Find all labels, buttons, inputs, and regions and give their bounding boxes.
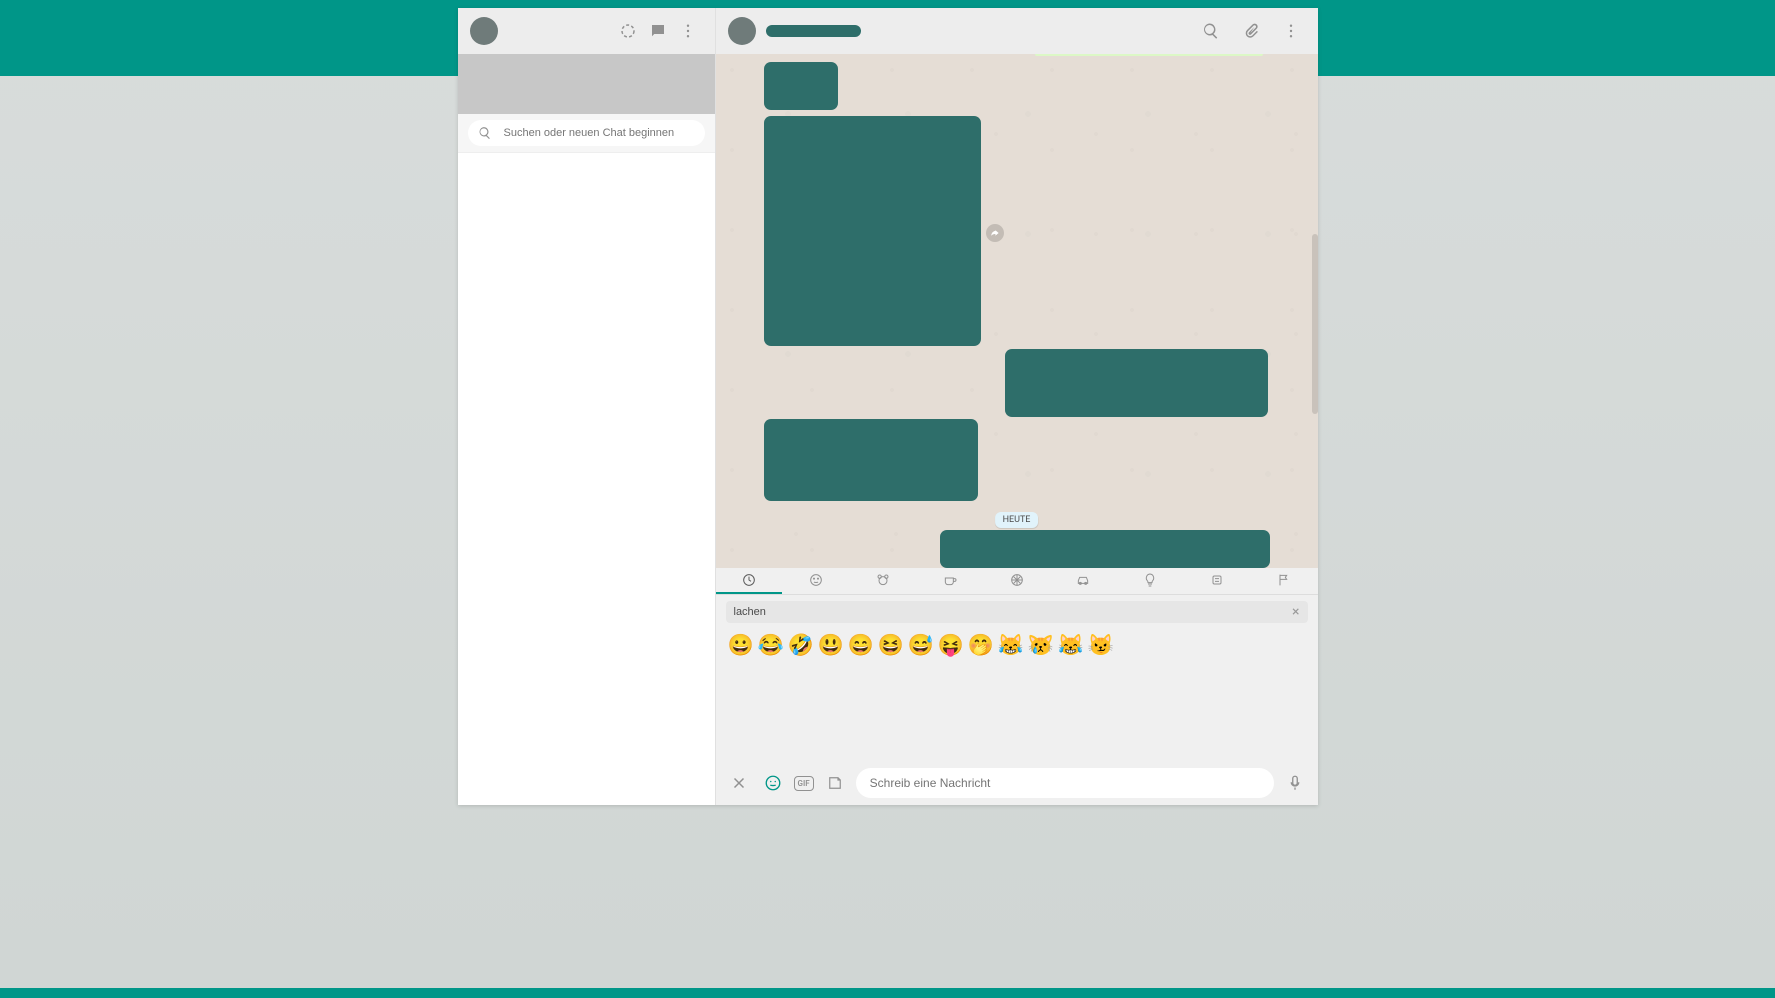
car-icon [1075,572,1091,588]
sidebar-search-input[interactable] [504,127,695,139]
gif-button[interactable]: GIF [794,776,814,791]
new-chat-icon[interactable] [643,16,673,46]
bear-icon [875,572,891,588]
attach-icon[interactable] [1236,16,1266,46]
sidebar-notification-banner[interactable] [458,54,715,114]
emoji-item[interactable]: 😅 [908,633,934,659]
chat-menu-dots-icon[interactable] [1276,16,1306,46]
sticker-icon[interactable] [822,768,848,798]
sidebar-header [458,8,715,54]
chat-panel: HEUTE [716,8,1318,805]
emoji-tab-recent[interactable] [716,568,783,594]
emoji-item[interactable]: 😀 [728,633,754,659]
emoji-item[interactable]: 😃 [818,633,844,659]
menu-dots-icon[interactable] [673,16,703,46]
chat-header [716,8,1318,54]
clock-icon [741,572,757,588]
chat-list[interactable] [458,153,715,805]
flag-icon [1276,572,1292,588]
emoji-tab-flags[interactable] [1251,568,1318,594]
emoji-tab-symbols[interactable] [1184,568,1251,594]
contact-name[interactable] [766,25,861,37]
emoji-item[interactable]: 😹 [1058,633,1084,659]
sidebar-search-wrap [458,114,715,153]
emoji-tab-travel[interactable] [1050,568,1117,594]
emoji-picker-toggle-icon[interactable] [760,768,786,798]
emoji-item[interactable]: 😂 [758,633,784,659]
emoji-picker: × 😀 😂 🤣 😃 😄 😆 😅 😝 🤭 😹 😿 😹 😼 [716,568,1318,761]
bulb-icon [1142,572,1158,588]
smiley-icon [808,572,824,588]
emoji-item[interactable]: 😼 [1088,633,1114,659]
emoji-tab-activity[interactable] [983,568,1050,594]
emoji-item[interactable]: 😄 [848,633,874,659]
own-avatar[interactable] [470,17,498,45]
close-emoji-icon[interactable] [726,768,752,798]
date-chip: HEUTE [995,512,1039,528]
emoji-search-clear-icon[interactable]: × [1292,604,1299,620]
sidebar-search[interactable] [468,120,705,146]
composer: GIF [716,761,1318,805]
emoji-tab-food[interactable] [916,568,983,594]
message-input-wrap[interactable] [856,768,1274,798]
emoji-item[interactable]: 😆 [878,633,904,659]
page-bottom-banner [0,988,1775,998]
message-bubble-incoming[interactable] [764,62,838,110]
sidebar [458,8,716,805]
coffee-icon [942,572,958,588]
emoji-search-input[interactable] [734,606,1287,618]
message-bubble-outgoing[interactable] [940,530,1270,568]
emoji-item[interactable]: 😝 [938,633,964,659]
search-icon [478,126,492,140]
message-bubble-outgoing[interactable] [1005,349,1268,417]
emoji-tab-smileys[interactable] [782,568,849,594]
emoji-tab-animals[interactable] [849,568,916,594]
status-icon[interactable] [613,16,643,46]
message-bubble-incoming[interactable] [764,419,978,501]
contact-avatar[interactable] [728,17,756,45]
emoji-search[interactable]: × [726,601,1308,623]
emoji-category-tabs [716,568,1318,595]
emoji-item[interactable]: 🤣 [788,633,814,659]
app-window: HEUTE [458,8,1318,805]
symbols-icon [1209,572,1225,588]
mic-icon[interactable] [1282,768,1308,798]
chat-search-icon[interactable] [1196,16,1226,46]
chat-body[interactable]: HEUTE [716,54,1318,568]
chat-scrollbar-thumb[interactable] [1312,234,1318,414]
emoji-item[interactable]: 😿 [1028,633,1054,659]
emoji-item[interactable]: 🤭 [968,633,994,659]
forward-icon[interactable] [986,224,1004,242]
messages-container: HEUTE [716,54,1318,568]
message-input[interactable] [870,776,1260,790]
emoji-item[interactable]: 😹 [998,633,1024,659]
ball-icon [1009,572,1025,588]
message-bubble-incoming[interactable] [764,116,981,346]
emoji-results-grid: 😀 😂 🤣 😃 😄 😆 😅 😝 🤭 😹 😿 😹 😼 [716,627,1318,665]
emoji-tab-objects[interactable] [1117,568,1184,594]
